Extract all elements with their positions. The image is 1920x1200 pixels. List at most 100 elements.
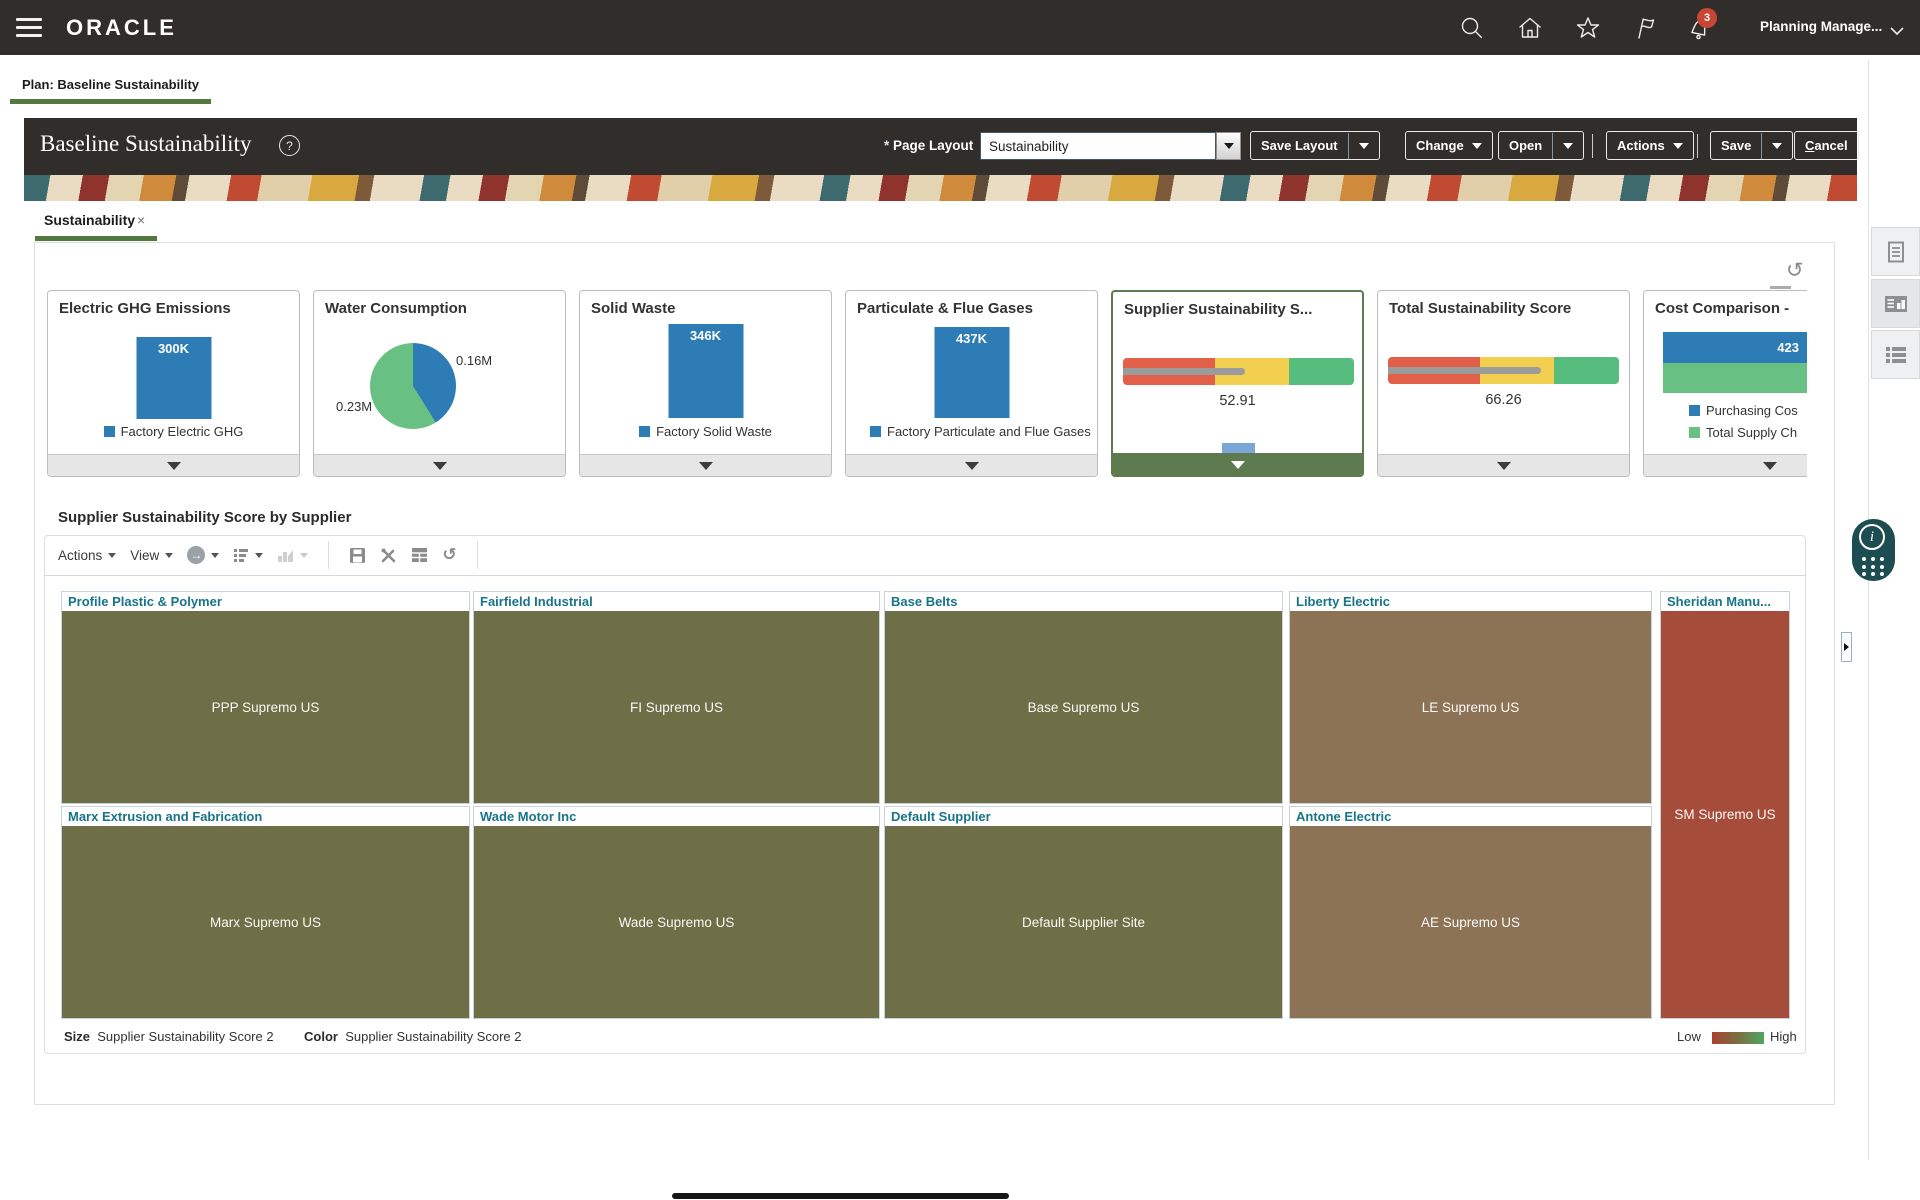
card-expand-button[interactable] (1113, 453, 1362, 475)
treemap-legend-low: Low (1677, 1029, 1701, 1044)
change-button[interactable]: Change (1405, 131, 1493, 160)
toolbar-refresh-icon[interactable]: ↺ (442, 545, 456, 565)
cards-scrollbar[interactable] (1770, 286, 1791, 289)
search-icon[interactable] (1458, 14, 1486, 42)
change-dropdown-arrow (1472, 143, 1482, 149)
card-solid-waste[interactable]: Solid Waste 346K Factory Solid Waste (579, 290, 832, 477)
tile-site-label: FI Supremo US (474, 611, 879, 803)
button-separator (1697, 134, 1698, 158)
page-layout-label: * Page Layout (884, 138, 973, 153)
toolbar-separator (328, 541, 329, 569)
tile-supplier-name: Wade Motor Inc (474, 807, 879, 826)
treemap-legend-high: High (1770, 1029, 1797, 1044)
toolbar-chart-type-icon-disabled (277, 547, 308, 563)
supplier-section-title: Supplier Sustainability Score by Supplie… (58, 509, 351, 526)
panel-splitter-handle[interactable] (1841, 632, 1852, 662)
treemap-tile-marx-extrusion[interactable]: Marx Extrusion and Fabrication Marx Supr… (61, 806, 470, 1019)
page-layout-select[interactable]: Sustainability (980, 132, 1216, 160)
open-dropdown-arrow (1563, 143, 1573, 149)
card-expand-button[interactable] (314, 454, 565, 476)
tab-active-underline (35, 236, 157, 241)
card-expand-button[interactable] (1644, 454, 1807, 476)
card-expand-button[interactable] (48, 454, 299, 476)
open-button[interactable]: Open (1498, 131, 1584, 160)
info-icon[interactable]: i (1859, 524, 1885, 550)
toolbar-separator (477, 541, 478, 569)
tab-sustainability[interactable]: Sustainability (44, 212, 135, 228)
treemap-tile-base-belts[interactable]: Base Belts Base Supremo US (884, 591, 1283, 804)
save-layout-button[interactable]: Save Layout (1250, 131, 1380, 160)
card-title: Supplier Sustainability S... (1124, 301, 1358, 318)
card-legend: Factory Electric GHG (48, 424, 299, 439)
tile-site-label: Wade Supremo US (474, 826, 879, 1018)
card-supplier-sustainability-score[interactable]: Supplier Sustainability S... 52.91 (1111, 290, 1364, 477)
legend-swatch (639, 426, 650, 437)
watchlist-flag-icon[interactable] (1632, 14, 1660, 42)
actions-button[interactable]: Actions (1606, 131, 1694, 160)
treemap-tile-wade-motor[interactable]: Wade Motor Inc Wade Supremo US (473, 806, 880, 1019)
gauge-value: 52.91 (1113, 393, 1362, 409)
info-assistant-pill[interactable]: i (1852, 519, 1895, 581)
notification-count-badge: 3 (1697, 8, 1717, 28)
card-legend: Purchasing Cos (1689, 403, 1798, 418)
tile-supplier-name: Base Belts (885, 592, 1282, 611)
actions-dropdown-arrow (1673, 143, 1683, 149)
card-expand-button[interactable] (846, 454, 1097, 476)
treemap-tile-sheridan-manufacturing[interactable]: Sheridan Manu... SM Supremo US (1660, 591, 1790, 1019)
toolbar-drill-icon[interactable]: → (187, 546, 219, 564)
chevron-down-icon[interactable] (1890, 23, 1904, 41)
save-layout-dropdown-arrow (1359, 143, 1369, 149)
home-icon[interactable] (1516, 14, 1544, 42)
page-layout-select-arrow[interactable] (1216, 132, 1241, 160)
card-electric-ghg-emissions[interactable]: Electric GHG Emissions 300K Factory Elec… (47, 290, 300, 477)
card-water-consumption[interactable]: Water Consumption 0.16M 0.23M (313, 290, 566, 477)
save-button[interactable]: Save (1710, 131, 1793, 160)
plan-tab[interactable]: Plan: Baseline Sustainability (22, 77, 199, 92)
cancel-button[interactable]: Cancel (1794, 131, 1859, 160)
treemap-tile-liberty-electric[interactable]: Liberty Electric LE Supremo US (1289, 591, 1652, 804)
treemap-tile-fairfield-industrial[interactable]: Fairfield Industrial FI Supremo US (473, 591, 880, 804)
card-title: Water Consumption (325, 300, 561, 317)
toolbar-sort-icon[interactable] (233, 547, 263, 563)
treemap-tile-profile-plastic[interactable]: Profile Plastic & Polymer PPP Supremo US (61, 591, 470, 804)
tab-close-icon[interactable]: × (137, 212, 145, 228)
grid-dots-icon[interactable] (1862, 557, 1886, 576)
supplier-score-gauge (1123, 358, 1354, 385)
toolbar-table-icon[interactable] (411, 547, 428, 563)
toolbar-tools-icon[interactable] (380, 547, 397, 564)
planning-app-screen: ORACLE 3 Planning Manage... Plan: Baseli… (0, 0, 1920, 1200)
rail-dashboard-view-button[interactable] (1871, 279, 1920, 328)
home-indicator-bar (672, 1193, 1009, 1199)
tile-site-label: AE Supremo US (1290, 826, 1651, 1018)
user-role-menu[interactable]: Planning Manage... (1760, 19, 1882, 34)
toolbar-actions-menu[interactable]: Actions (58, 548, 116, 563)
water-consumption-pie (370, 343, 456, 429)
legend-swatch (1689, 405, 1700, 416)
toolbar-view-menu[interactable]: View (130, 548, 173, 563)
tile-site-label: Default Supplier Site (885, 826, 1282, 1018)
toolbar-save-icon[interactable] (349, 547, 366, 564)
card-cost-comparison[interactable]: Cost Comparison - 423 Purchasing Cos Tot… (1643, 290, 1807, 477)
bar-total-supply-chain (1663, 363, 1807, 393)
metric-cards-row: Electric GHG Emissions 300K Factory Elec… (47, 290, 1807, 478)
card-title: Total Sustainability Score (1389, 300, 1625, 317)
card-total-sustainability-score[interactable]: Total Sustainability Score 66.26 (1377, 290, 1630, 477)
hamburger-menu-icon[interactable] (16, 18, 42, 37)
card-title: Cost Comparison - (1655, 300, 1807, 317)
card-expand-button[interactable] (580, 454, 831, 476)
tile-supplier-name: Sheridan Manu... (1661, 592, 1789, 611)
help-icon[interactable]: ? (279, 135, 300, 156)
treemap-tile-default-supplier[interactable]: Default Supplier Default Supplier Site (884, 806, 1283, 1019)
bar-factory-electric-ghg: 300K (136, 337, 211, 419)
reset-layout-icon[interactable]: ↺ (1786, 258, 1804, 283)
rail-page-view-button[interactable] (1871, 227, 1920, 276)
tile-supplier-name: Antone Electric (1290, 807, 1651, 826)
card-expand-button[interactable] (1378, 454, 1629, 476)
legend-swatch (104, 426, 115, 437)
treemap-tile-antone-electric[interactable]: Antone Electric AE Supremo US (1289, 806, 1652, 1019)
rail-list-view-button[interactable] (1871, 330, 1920, 379)
bar-value-label: 437K (934, 331, 1009, 346)
card-particulate-flue-gases[interactable]: Particulate & Flue Gases 437K Factory Pa… (845, 290, 1098, 477)
favorites-star-icon[interactable] (1574, 14, 1602, 42)
card-title: Electric GHG Emissions (59, 300, 295, 317)
